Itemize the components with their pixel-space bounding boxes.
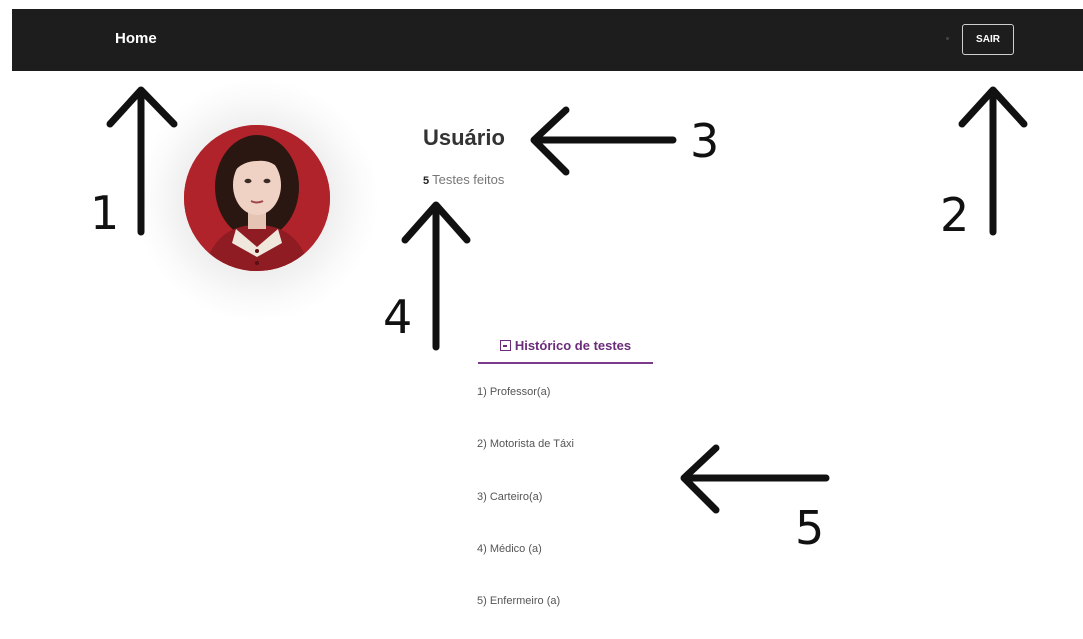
annotation-arrows <box>106 86 1028 514</box>
arrow-2-icon <box>958 86 1028 236</box>
arrow-4-icon <box>401 201 471 351</box>
arrow-1-icon <box>106 86 178 236</box>
annotation-label: 2 <box>940 188 970 242</box>
annotation-label: 1 <box>90 186 120 240</box>
arrow-3-icon <box>530 106 677 176</box>
annotation-label: 4 <box>383 290 413 344</box>
page: Home SAIR Usuário 5 Testes feitos Históri… <box>0 0 1083 639</box>
annotation-label: 5 <box>795 501 825 555</box>
annotation-label: 3 <box>690 114 720 168</box>
